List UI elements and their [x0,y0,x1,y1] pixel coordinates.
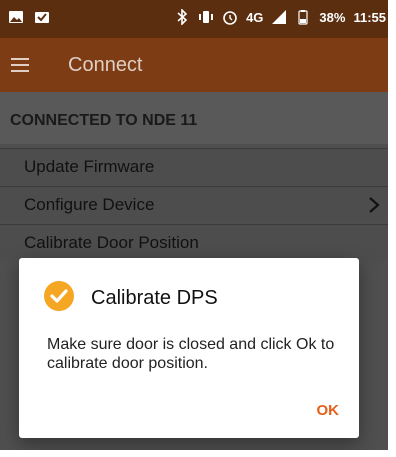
list-item-update-firmware[interactable]: Update Firmware [0,148,388,185]
dialog-message: Make sure door is closed and click Ok to… [47,336,335,372]
check-mail-icon [35,12,49,23]
status-bar: 4G 38% 11:55 [0,0,388,38]
list-item-configure-device[interactable]: Configure Device [0,186,388,223]
battery-percent: 38% [319,9,346,25]
bluetooth-icon [177,9,188,25]
connection-header: CONNECTED TO NDE 11 [0,92,388,144]
calibrate-dialog: Calibrate DPS Make sure door is closed a… [19,258,359,438]
dialog-title: Calibrate DPS [91,287,218,309]
screen: 4G 38% 11:55 Connect CONNECTED TO NDE 11… [0,0,388,450]
menu-icon[interactable] [8,52,34,78]
connection-status-text: CONNECTED TO NDE 11 [10,112,198,129]
vibrate-icon [199,11,214,23]
clock: 11:55 [353,9,386,25]
check-circle-icon [44,281,74,311]
list-item-label: Update Firmware [24,157,155,176]
app-bar: Connect [0,38,388,92]
alarm-icon [223,11,237,25]
list-item-label: Calibrate Door Position [24,233,199,252]
status-right-icons: 4G 38% 11:55 [174,9,386,25]
list-item-calibrate-door-position[interactable]: Calibrate Door Position [0,224,388,261]
lte-signal-icon [272,10,287,24]
list-item-label: Configure Device [24,195,155,214]
page-title: Connect [68,54,143,76]
image-icon [9,11,23,23]
network-type: 4G [246,9,264,25]
status-left-icons [8,9,50,25]
chevron-right-icon [369,197,380,213]
battery-icon [298,10,309,25]
ok-button[interactable]: OK [317,402,340,419]
